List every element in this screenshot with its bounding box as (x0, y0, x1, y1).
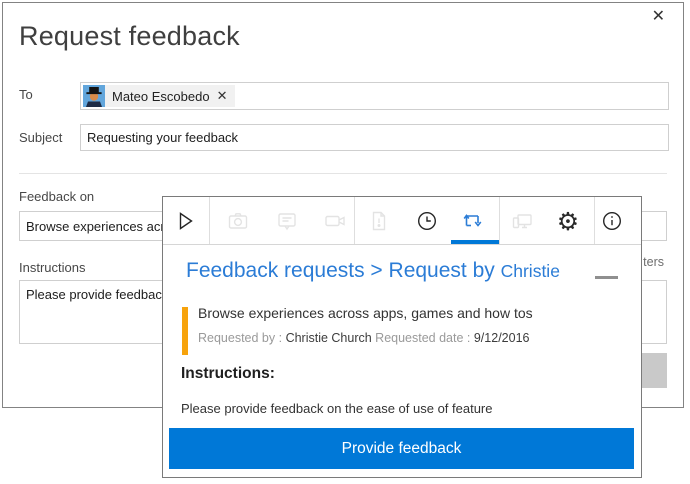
recipient-chip[interactable]: Mateo Escobedo ✕ (83, 85, 236, 107)
section-divider (19, 173, 667, 174)
devices-icon[interactable] (508, 207, 536, 235)
requested-by-value: Christie Church (285, 331, 372, 345)
play-icon[interactable] (171, 207, 199, 235)
recipient-name: Mateo Escobedo (112, 88, 210, 104)
remove-recipient-icon[interactable]: ✕ (217, 88, 228, 104)
breadcrumb[interactable]: Feedback requests > Request by Christie (186, 259, 560, 283)
requested-by-label: Requested by : (198, 331, 286, 345)
repeat-icon[interactable] (458, 207, 486, 235)
history-clock-icon[interactable] (413, 207, 441, 235)
minimize-icon[interactable] (595, 276, 618, 279)
breadcrumb-requester-name: Christie (500, 261, 560, 281)
subject-input[interactable]: Requesting your feedback (80, 124, 669, 151)
document-alert-icon[interactable] (365, 207, 393, 235)
requested-date-label: Requested date : (371, 331, 474, 345)
to-label: To (19, 87, 33, 102)
selected-tab-underline (451, 240, 499, 244)
requested-date-value: 9/12/2016 (473, 331, 530, 345)
request-meta: Requested by : Christie Church Requested… (198, 331, 529, 345)
close-icon[interactable]: ✕ (648, 7, 669, 27)
subject-value: Requesting your feedback (87, 130, 239, 145)
subject-label: Subject (19, 130, 63, 145)
request-title: Browse experiences across apps, games an… (198, 305, 533, 321)
page-title: Request feedback (19, 21, 240, 51)
instructions-label: Instructions (19, 260, 86, 275)
toolbar-separator (594, 197, 595, 244)
info-icon[interactable] (598, 207, 626, 235)
feedback-on-value: Browse experiences across (26, 218, 185, 234)
toolbar-separator (354, 197, 355, 244)
feedback-request-panel: ⚙ Feedback requests > Request by Christi… (162, 196, 642, 478)
instructions-heading: Instructions: (181, 365, 275, 382)
breadcrumb-path: Feedback requests > Request by (186, 259, 501, 282)
settings-gear-icon[interactable]: ⚙ (554, 207, 582, 235)
feedback-on-label: Feedback on (19, 189, 95, 204)
characters-counter: ters (643, 255, 664, 269)
instructions-text: Please provide feedback on the ease of u… (181, 401, 493, 416)
to-input[interactable]: Mateo Escobedo ✕ (80, 82, 669, 110)
toolbar: ⚙ (163, 197, 641, 245)
avatar (83, 85, 105, 107)
request-accent-bar (182, 307, 188, 355)
toolbar-separator (499, 197, 500, 244)
provide-feedback-button[interactable]: Provide feedback (169, 428, 634, 469)
camera-icon[interactable] (224, 207, 252, 235)
toolbar-separator (209, 197, 210, 244)
video-camera-icon[interactable] (321, 207, 349, 235)
comment-icon[interactable] (273, 207, 301, 235)
